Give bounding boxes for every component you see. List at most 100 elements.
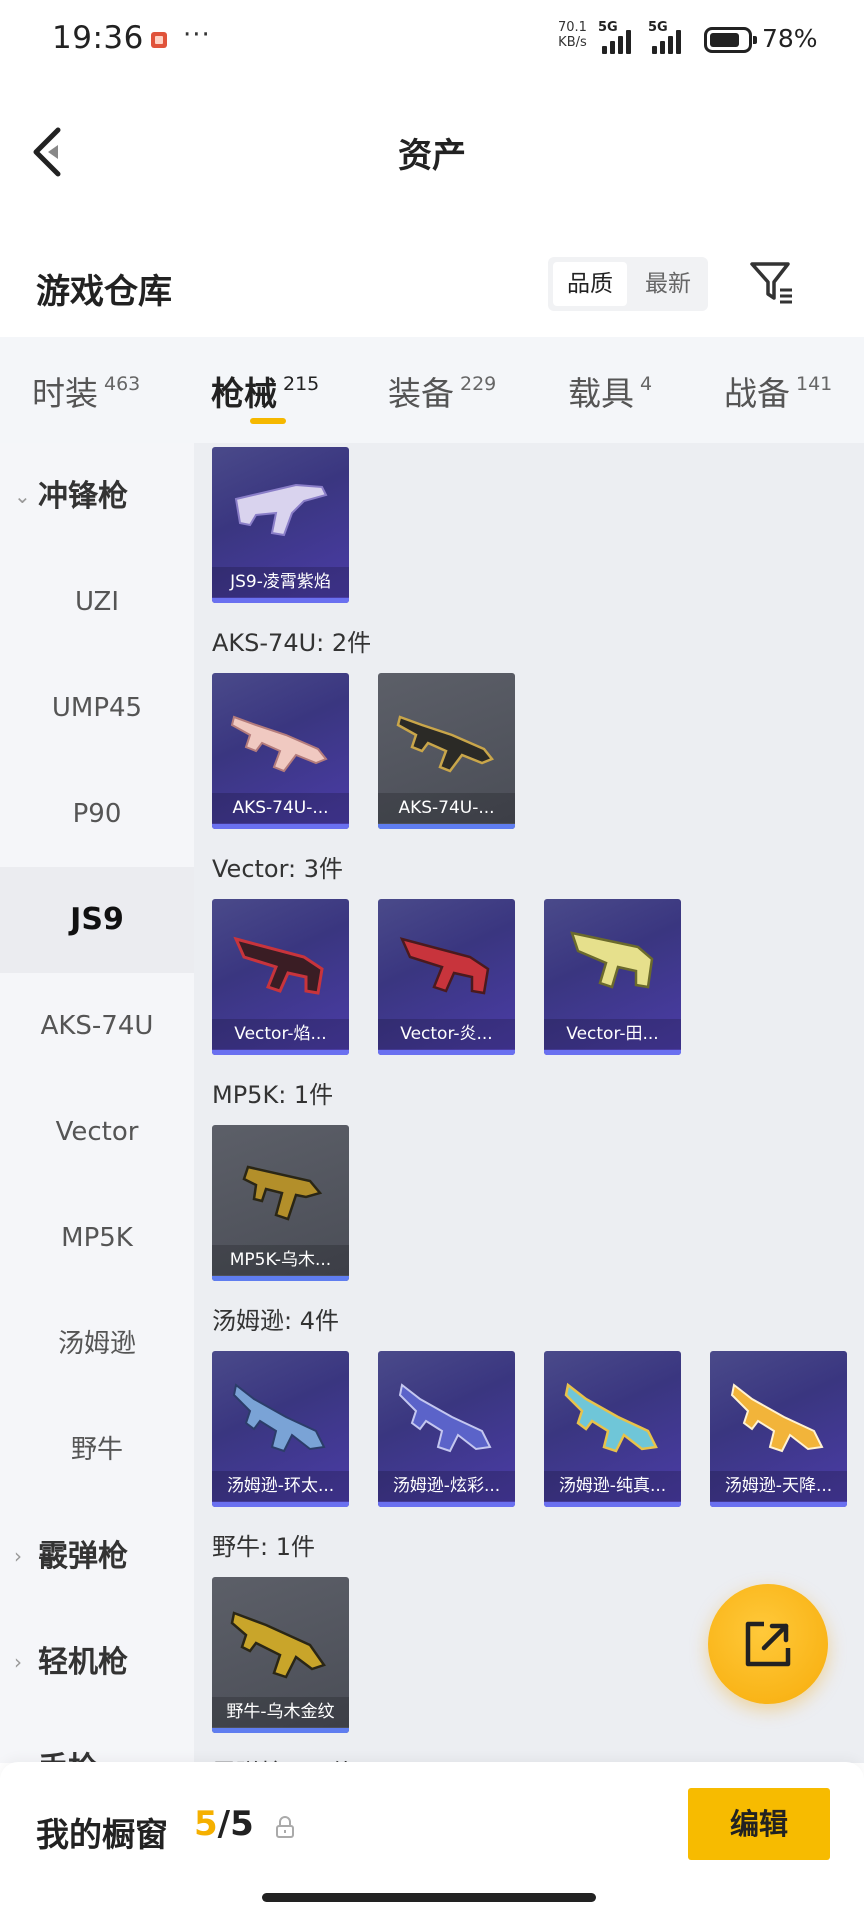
chevron-right-icon: ›	[14, 1650, 22, 1674]
smg-skin-image	[399, 937, 490, 995]
rarity-bar	[212, 1050, 349, 1055]
lock-icon	[276, 1816, 294, 1838]
network-speed: 70.1 KB/s	[558, 20, 587, 50]
weapon-card-name: AKS-74U-...	[378, 793, 515, 823]
tab-count: 141	[796, 373, 833, 395]
tab-count: 229	[460, 373, 497, 395]
rarity-bar	[212, 1728, 349, 1733]
smg-skin-image	[730, 1383, 824, 1453]
tab-count: 463	[104, 373, 141, 395]
weapon-card[interactable]: 汤姆逊-纯真...	[544, 1351, 681, 1507]
tab-label: 装备	[388, 374, 454, 413]
rarity-bar	[378, 824, 515, 829]
filter-icon	[750, 262, 792, 304]
battery-percent: 78%	[762, 24, 818, 53]
sidebar-item-bizon[interactable]: 野牛	[0, 1397, 194, 1503]
sidebar-item-uzi[interactable]: UZI	[0, 549, 194, 655]
weapon-card-name: Vector-焰...	[212, 1019, 349, 1049]
tab-combat-supplies[interactable]: 战备 141	[724, 367, 832, 415]
weapon-grid: JS9-凌霄紫焰 AKS-74U: 2件 AKS-74U-... AKS-74U…	[194, 443, 864, 1763]
weapon-card-name: Vector-田...	[544, 1019, 681, 1049]
weapon-card[interactable]: AKS-74U-...	[212, 673, 349, 829]
weapon-card-name: AKS-74U-...	[212, 793, 349, 823]
chevron-right-icon: ›	[14, 1544, 22, 1568]
weapon-card[interactable]: 汤姆逊-环太...	[212, 1351, 349, 1507]
status-time: 19:36	[52, 20, 144, 56]
page-title: 资产	[398, 136, 466, 176]
sidebar-group-label: 霰弹枪	[38, 1539, 128, 1574]
rarity-bar	[378, 1050, 515, 1055]
rifle-skin-image	[230, 715, 328, 773]
group-label: AKS-74U: 2件	[212, 629, 372, 657]
network-speed-value: 70.1	[558, 20, 587, 35]
rarity-bar	[212, 824, 349, 829]
weapon-type-sidebar: ⌄ 冲锋枪 UZI UMP45 P90 JS9 AKS-74U Vector MP…	[0, 443, 194, 1763]
sidebar-item-js9[interactable]: JS9	[0, 867, 194, 973]
home-indicator[interactable]	[262, 1893, 596, 1902]
sidebar-item-p90[interactable]: P90	[0, 761, 194, 867]
share-button[interactable]	[708, 1584, 828, 1704]
weapon-card[interactable]: AKS-74U-...	[378, 673, 515, 829]
sidebar-group-lmg[interactable]: › 轻机枪	[14, 1609, 128, 1715]
tab-equipment[interactable]: 装备 229	[388, 367, 496, 415]
weapon-card[interactable]: 野牛-乌木金纹	[212, 1577, 349, 1733]
rarity-bar	[544, 1502, 681, 1507]
smg-skin-image	[564, 1382, 658, 1453]
showcase-count-current: 5	[194, 1804, 218, 1844]
smg-skin-image	[230, 1611, 326, 1679]
edit-button[interactable]: 编辑	[688, 1788, 830, 1860]
more-notifications-icon: ···	[183, 20, 211, 50]
sidebar-group-smg[interactable]: ⌄ 冲锋枪	[14, 443, 128, 549]
weapon-card-name: Vector-炎...	[378, 1019, 515, 1049]
sidebar-item-aks74u[interactable]: AKS-74U	[0, 973, 194, 1079]
rarity-bar	[710, 1502, 847, 1507]
notification-icon	[151, 32, 167, 48]
active-tab-indicator	[250, 418, 286, 424]
battery-icon	[704, 27, 757, 53]
sidebar-group-pistol[interactable]: ›手枪	[14, 1715, 98, 1763]
smg-skin-image	[234, 483, 328, 537]
weapon-card-name: MP5K-乌木...	[212, 1245, 349, 1275]
smg-skin-image	[232, 1383, 326, 1453]
tab-label: 载具	[568, 374, 634, 413]
rarity-bar	[212, 1276, 349, 1281]
chevron-down-icon: ⌄	[14, 484, 31, 508]
weapon-card-name: 野牛-乌木金纹	[212, 1697, 349, 1727]
tab-label: 战备	[724, 374, 790, 413]
showcase-count-separator: /	[217, 1804, 231, 1844]
sort-option-quality[interactable]: 品质	[553, 262, 627, 306]
tab-count: 215	[283, 373, 320, 395]
chevron-right-icon: ›	[14, 1715, 38, 1763]
weapon-card[interactable]: 汤姆逊-炫彩...	[378, 1351, 515, 1507]
smg-skin-image	[398, 1383, 492, 1453]
weapon-card[interactable]: Vector-田...	[544, 899, 681, 1055]
sidebar-item-thompson[interactable]: 汤姆逊	[0, 1291, 194, 1397]
sidebar-item-ump45[interactable]: UMP45	[0, 655, 194, 761]
showcase-count: 5/5	[194, 1804, 254, 1844]
weapon-card-name: 汤姆逊-炫彩...	[378, 1471, 515, 1501]
group-label: Vector: 3件	[212, 855, 344, 883]
weapon-card-name: 汤姆逊-天降...	[710, 1471, 847, 1501]
weapon-card[interactable]: 汤姆逊-天降...	[710, 1351, 847, 1507]
tab-firearms[interactable]: 枪械 215	[211, 367, 319, 415]
weapon-card[interactable]: MP5K-乌木...	[212, 1125, 349, 1281]
tab-label: 时装	[32, 374, 98, 413]
tab-vehicles[interactable]: 载具 4	[568, 367, 652, 415]
share-external-icon	[745, 1621, 791, 1667]
rarity-bar	[378, 1502, 515, 1507]
sidebar-item-vector[interactable]: Vector	[0, 1079, 194, 1185]
status-bar: 19:36 ··· 70.1 KB/s 5G 5G 78%	[0, 0, 864, 80]
weapon-card-name: 汤姆逊-环太...	[212, 1471, 349, 1501]
tab-fashion[interactable]: 时装 463	[32, 367, 140, 415]
weapon-card[interactable]: Vector-炎...	[378, 899, 515, 1055]
filter-button[interactable]	[748, 258, 796, 306]
weapon-card[interactable]: JS9-凌霄紫焰	[212, 447, 349, 603]
sidebar-group-shotgun[interactable]: › 霰弹枪	[14, 1503, 128, 1609]
weapon-card[interactable]: Vector-焰...	[212, 899, 349, 1055]
sort-option-newest[interactable]: 最新	[631, 262, 705, 306]
group-label: 野牛: 1件	[212, 1533, 315, 1561]
weapon-card-name: 汤姆逊-纯真...	[544, 1471, 681, 1501]
sort-toggle: 品质 最新	[548, 257, 708, 311]
sidebar-item-mp5k[interactable]: MP5K	[0, 1185, 194, 1291]
category-tabs: 时装 463 枪械 215 装备 229 载具 4 战备 141	[0, 337, 864, 443]
